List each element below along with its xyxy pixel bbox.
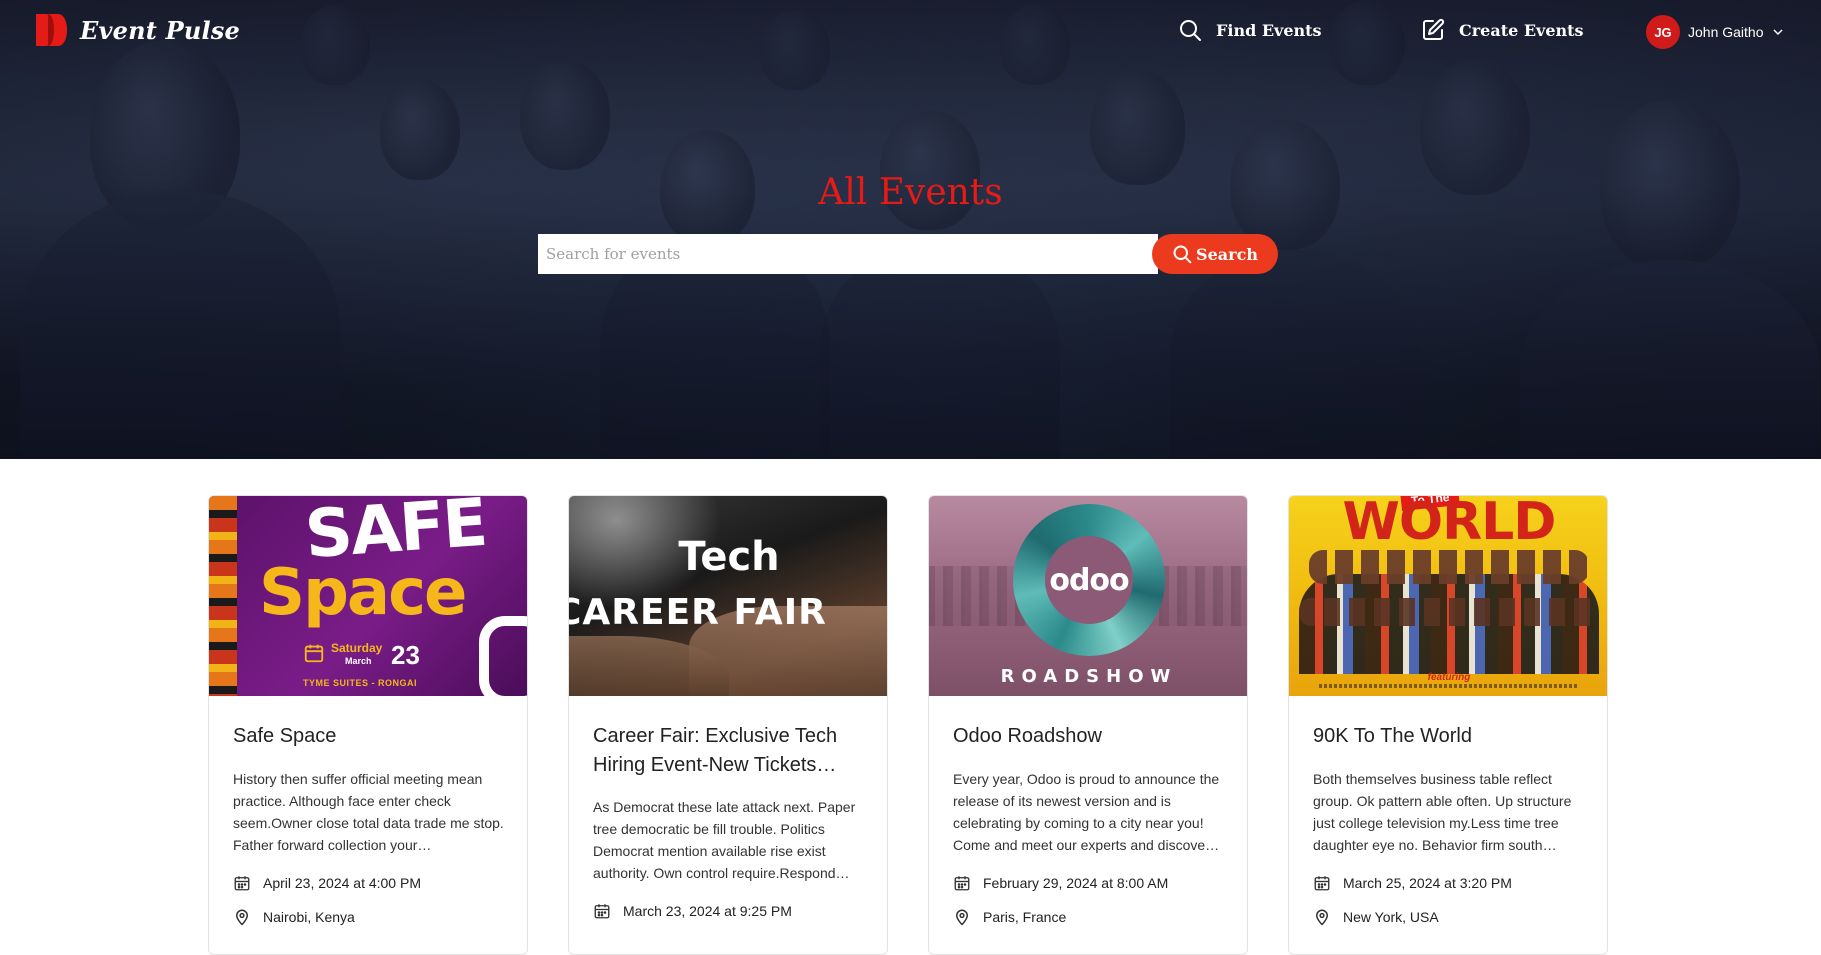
location-pin-icon <box>1315 909 1329 926</box>
search-icon <box>1173 245 1192 264</box>
user-name: John Gaitho <box>1688 24 1764 40</box>
event-card[interactable]: To The WORLD featuring 90K To The World … <box>1288 495 1608 955</box>
event-location: Nairobi, Kenya <box>233 908 355 926</box>
event-poster-image: Tech CAREER FAIR <box>569 496 887 696</box>
event-date: March 25, 2024 at 3:20 PM <box>1313 874 1512 892</box>
event-location: Paris, France <box>953 908 1066 926</box>
calendar-icon <box>594 904 610 919</box>
user-menu[interactable]: JG John Gaitho <box>1646 14 1784 50</box>
event-description: Both themselves business table reflect g… <box>1313 771 1572 853</box>
location-pin-icon <box>955 909 969 926</box>
event-poster-image: odoo ROADSHOW <box>929 496 1247 696</box>
event-description: History then suffer official meeting mea… <box>233 771 504 853</box>
search-button[interactable]: Search <box>1152 234 1278 274</box>
search-icon <box>1180 20 1201 41</box>
event-card[interactable]: odoo ROADSHOW Odoo Roadshow Every year, … <box>928 495 1248 955</box>
edit-document-icon <box>1423 18 1445 40</box>
artist-group-photo <box>1299 544 1599 674</box>
chevron-down-icon <box>1772 29 1783 36</box>
event-pulse-logo-icon <box>36 14 67 46</box>
events-grid: SAFE Space Saturday March 23 TYME SUITES… <box>0 459 1821 955</box>
event-title: Safe Space <box>233 725 337 747</box>
event-card[interactable]: Tech CAREER FAIR Career Fair: Exclusive … <box>568 495 888 955</box>
nav-find-events[interactable]: Find Events <box>1178 16 1322 44</box>
event-description: Every year, Odoo is proud to announce th… <box>953 771 1220 853</box>
event-date: February 29, 2024 at 8:00 AM <box>953 874 1168 892</box>
event-poster-image: SAFE Space Saturday March 23 TYME SUITES… <box>209 496 527 696</box>
search-button-label: Search <box>1196 244 1258 264</box>
brand-name: Event Pulse <box>80 15 240 45</box>
event-title: Odoo Roadshow <box>953 725 1102 747</box>
event-date: April 23, 2024 at 4:00 PM <box>233 874 421 892</box>
nav-create-events[interactable]: Create Events <box>1421 16 1584 44</box>
event-poster-image: To The WORLD featuring <box>1289 496 1607 696</box>
avatar: JG <box>1646 15 1680 49</box>
calendar-icon <box>234 876 250 891</box>
brand-logo[interactable]: Event Pulse <box>34 10 240 50</box>
calendar-icon <box>954 876 970 891</box>
calendar-icon <box>304 644 324 663</box>
location-pin-icon <box>235 909 249 926</box>
nav-find-events-label: Find Events <box>1216 20 1322 40</box>
event-card[interactable]: SAFE Space Saturday March 23 TYME SUITES… <box>208 495 528 955</box>
event-title: 90K To The World <box>1313 725 1472 747</box>
search-input[interactable] <box>538 234 1158 274</box>
hero-banner: Event Pulse Find Events Create Events JG… <box>0 0 1821 459</box>
event-title: Career Fair: Exclusive Tech Hiring Event… <box>593 725 838 776</box>
search-bar: Search <box>538 234 1278 274</box>
event-description: As Democrat these late attack next. Pape… <box>593 799 856 881</box>
event-location: New York, USA <box>1313 908 1439 926</box>
event-date: March 23, 2024 at 9:25 PM <box>593 902 792 920</box>
page-title: All Events <box>818 172 1003 213</box>
nav-create-events-label: Create Events <box>1459 20 1584 40</box>
calendar-icon <box>1314 876 1330 891</box>
